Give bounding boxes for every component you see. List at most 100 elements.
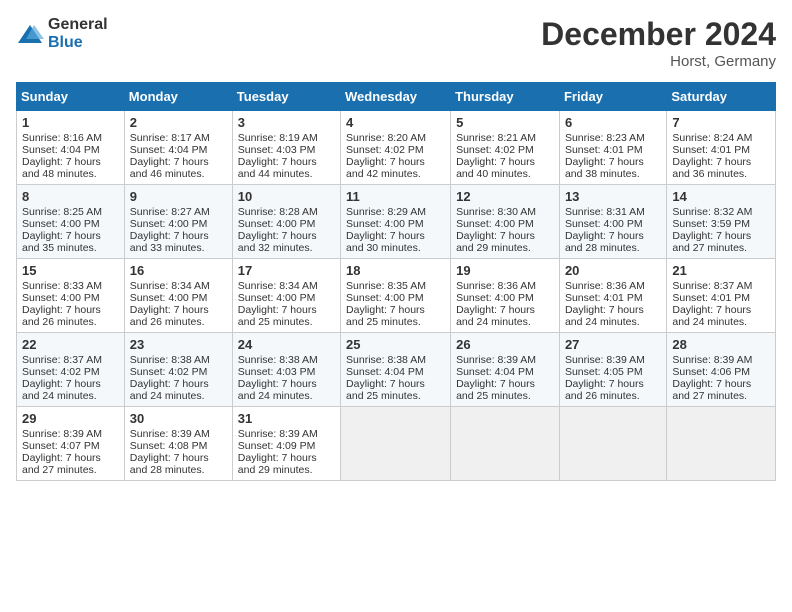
calendar-cell: 12Sunrise: 8:30 AMSunset: 4:00 PMDayligh… <box>451 185 560 259</box>
sunset-label: Sunset: 4:01 PM <box>672 292 750 304</box>
sunrise-label: Sunrise: 8:38 AM <box>346 354 426 366</box>
sunset-label: Sunset: 4:00 PM <box>130 292 208 304</box>
calendar-header-tuesday: Tuesday <box>232 83 340 111</box>
day-number: 2 <box>130 115 227 130</box>
calendar-cell: 3Sunrise: 8:19 AMSunset: 4:03 PMDaylight… <box>232 111 340 185</box>
sunset-label: Sunset: 4:08 PM <box>130 440 208 452</box>
day-number: 4 <box>346 115 445 130</box>
day-number: 7 <box>672 115 770 130</box>
calendar-cell: 11Sunrise: 8:29 AMSunset: 4:00 PMDayligh… <box>341 185 451 259</box>
daylight-label: Daylight: 7 hours and 28 minutes. <box>130 452 209 476</box>
calendar-cell: 31 Sunrise: 8:39 AMSunset: 4:09 PMDayligh… <box>232 407 340 481</box>
day-number: 15 <box>22 263 119 278</box>
daylight-label: Daylight: 7 hours and 24 minutes. <box>130 378 209 402</box>
calendar-cell <box>559 407 666 481</box>
day-number: 8 <box>22 189 119 204</box>
sunrise-label: Sunrise: 8:37 AM <box>672 280 752 292</box>
page-header: General Blue December 2024 Horst, German… <box>16 16 776 70</box>
daylight-label: Daylight: 7 hours and 25 minutes. <box>238 304 317 328</box>
calendar-table: SundayMondayTuesdayWednesdayThursdayFrid… <box>16 82 776 481</box>
day-number: 22 <box>22 337 119 352</box>
daylight-label: Daylight: 7 hours and 27 minutes. <box>22 452 101 476</box>
calendar-cell: 10Sunrise: 8:28 AMSunset: 4:00 PMDayligh… <box>232 185 340 259</box>
calendar-cell: 25Sunrise: 8:38 AMSunset: 4:04 PMDayligh… <box>341 333 451 407</box>
sunset-label: Sunset: 4:00 PM <box>130 218 208 230</box>
sunrise-label: Sunrise: 8:23 AM <box>565 132 645 144</box>
day-number: 20 <box>565 263 661 278</box>
day-number: 31 <box>238 411 335 426</box>
sunset-label: Sunset: 4:03 PM <box>238 144 316 156</box>
daylight-label: Daylight: 7 hours and 29 minutes. <box>238 452 317 476</box>
daylight-label: Daylight: 7 hours and 24 minutes. <box>565 304 644 328</box>
calendar-cell: 4Sunrise: 8:20 AMSunset: 4:02 PMDaylight… <box>341 111 451 185</box>
sunset-label: Sunset: 4:07 PM <box>22 440 100 452</box>
sunrise-label: Sunrise: 8:39 AM <box>130 428 210 440</box>
calendar-cell: 18Sunrise: 8:35 AMSunset: 4:00 PMDayligh… <box>341 259 451 333</box>
sunset-label: Sunset: 4:01 PM <box>672 144 750 156</box>
sunset-label: Sunset: 4:00 PM <box>22 292 100 304</box>
sunset-label: Sunset: 4:00 PM <box>456 292 534 304</box>
daylight-label: Daylight: 7 hours and 26 minutes. <box>130 304 209 328</box>
day-number: 30 <box>130 411 227 426</box>
calendar-cell: 21Sunrise: 8:37 AMSunset: 4:01 PMDayligh… <box>667 259 776 333</box>
sunrise-label: Sunrise: 8:28 AM <box>238 206 318 218</box>
calendar-header-saturday: Saturday <box>667 83 776 111</box>
sunset-label: Sunset: 4:00 PM <box>238 218 316 230</box>
sunset-label: Sunset: 4:02 PM <box>346 144 424 156</box>
daylight-label: Daylight: 7 hours and 46 minutes. <box>130 156 209 180</box>
sunset-label: Sunset: 4:01 PM <box>565 144 643 156</box>
calendar-cell: 29Sunrise: 8:39 AMSunset: 4:07 PMDayligh… <box>17 407 125 481</box>
sunset-label: Sunset: 4:00 PM <box>238 292 316 304</box>
calendar-cell: 15Sunrise: 8:33 AMSunset: 4:00 PMDayligh… <box>17 259 125 333</box>
calendar-cell: 22Sunrise: 8:37 AMSunset: 4:02 PMDayligh… <box>17 333 125 407</box>
sunrise-label: Sunrise: 8:38 AM <box>238 354 318 366</box>
calendar-cell <box>667 407 776 481</box>
sunset-label: Sunset: 4:00 PM <box>346 218 424 230</box>
day-number: 14 <box>672 189 770 204</box>
calendar-cell: 28Sunrise: 8:39 AMSunset: 4:06 PMDayligh… <box>667 333 776 407</box>
sunset-label: Sunset: 4:00 PM <box>346 292 424 304</box>
sunset-label: Sunset: 3:59 PM <box>672 218 750 230</box>
daylight-label: Daylight: 7 hours and 32 minutes. <box>238 230 317 254</box>
title-block: December 2024 Horst, Germany <box>541 16 776 70</box>
day-number: 23 <box>130 337 227 352</box>
daylight-label: Daylight: 7 hours and 24 minutes. <box>22 378 101 402</box>
sunset-label: Sunset: 4:02 PM <box>456 144 534 156</box>
sunrise-label: Sunrise: 8:33 AM <box>22 280 102 292</box>
calendar-header-friday: Friday <box>559 83 666 111</box>
sunrise-label: Sunrise: 8:34 AM <box>130 280 210 292</box>
calendar-cell: 26Sunrise: 8:39 AMSunset: 4:04 PMDayligh… <box>451 333 560 407</box>
sunset-label: Sunset: 4:00 PM <box>565 218 643 230</box>
calendar-cell: 14Sunrise: 8:32 AMSunset: 3:59 PMDayligh… <box>667 185 776 259</box>
sunrise-label: Sunrise: 8:19 AM <box>238 132 318 144</box>
calendar-header-monday: Monday <box>124 83 232 111</box>
calendar-week-2: 8Sunrise: 8:25 AMSunset: 4:00 PMDaylight… <box>17 185 776 259</box>
day-number: 17 <box>238 263 335 278</box>
day-number: 3 <box>238 115 335 130</box>
logo: General Blue <box>16 16 108 52</box>
sunrise-label: Sunrise: 8:39 AM <box>238 428 318 440</box>
sunrise-label: Sunrise: 8:36 AM <box>456 280 536 292</box>
calendar-header-row: SundayMondayTuesdayWednesdayThursdayFrid… <box>17 83 776 111</box>
daylight-label: Daylight: 7 hours and 40 minutes. <box>456 156 535 180</box>
calendar-cell: 30 Sunrise: 8:39 AMSunset: 4:08 PMDayligh… <box>124 407 232 481</box>
sunset-label: Sunset: 4:09 PM <box>238 440 316 452</box>
calendar-cell: 24Sunrise: 8:38 AMSunset: 4:03 PMDayligh… <box>232 333 340 407</box>
calendar-cell <box>451 407 560 481</box>
month-title: December 2024 <box>541 16 776 53</box>
calendar-week-5: 29Sunrise: 8:39 AMSunset: 4:07 PMDayligh… <box>17 407 776 481</box>
sunrise-label: Sunrise: 8:17 AM <box>130 132 210 144</box>
daylight-label: Daylight: 7 hours and 25 minutes. <box>456 378 535 402</box>
calendar-cell: 7Sunrise: 8:24 AMSunset: 4:01 PMDaylight… <box>667 111 776 185</box>
sunrise-label: Sunrise: 8:34 AM <box>238 280 318 292</box>
logo-text-blue: Blue <box>48 34 83 51</box>
logo-text-general: General <box>48 16 108 33</box>
daylight-label: Daylight: 7 hours and 24 minutes. <box>456 304 535 328</box>
daylight-label: Daylight: 7 hours and 33 minutes. <box>130 230 209 254</box>
calendar-week-3: 15Sunrise: 8:33 AMSunset: 4:00 PMDayligh… <box>17 259 776 333</box>
day-number: 1 <box>22 115 119 130</box>
sunrise-label: Sunrise: 8:38 AM <box>130 354 210 366</box>
sunset-label: Sunset: 4:01 PM <box>565 292 643 304</box>
sunrise-label: Sunrise: 8:21 AM <box>456 132 536 144</box>
daylight-label: Daylight: 7 hours and 27 minutes. <box>672 378 751 402</box>
